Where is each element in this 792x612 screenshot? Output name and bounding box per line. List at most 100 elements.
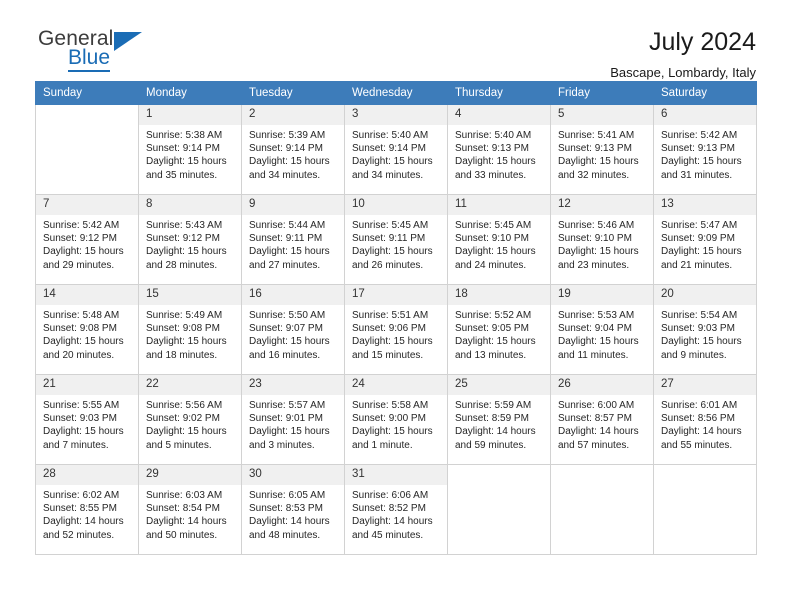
calendar-day-cell[interactable]: 23 Sunrise: 5:57 AM Sunset: 9:01 PM Dayligh… bbox=[241, 374, 345, 465]
calendar-day-cell[interactable]: 5 Sunrise: 5:41 AM Sunset: 9:13 PM Daylight… bbox=[550, 104, 654, 195]
day-detail-line: Sunset: 8:57 PM bbox=[558, 413, 632, 425]
day-detail-line: Daylight: 14 hours bbox=[661, 426, 742, 438]
calendar-cell-empty bbox=[550, 464, 654, 555]
day-detail-line: Sunrise: 6:03 AM bbox=[146, 490, 223, 501]
day-detail-line: Daylight: 14 hours bbox=[455, 426, 536, 438]
day-details: Sunrise: 6:03 AM Sunset: 8:54 PM Daylight:… bbox=[139, 485, 241, 542]
calendar-day-cell[interactable]: 18 Sunrise: 5:52 AM Sunset: 9:05 PM Dayligh… bbox=[447, 284, 551, 375]
calendar-day-cell[interactable]: 28 Sunrise: 6:02 AM Sunset: 8:55 PM Dayligh… bbox=[35, 464, 139, 555]
day-details: Sunrise: 5:42 AM Sunset: 9:12 PM Daylight:… bbox=[36, 215, 138, 272]
day-number: 8 bbox=[139, 195, 241, 215]
calendar-week-row: 28 Sunrise: 6:02 AM Sunset: 8:55 PM Dayligh… bbox=[35, 464, 757, 555]
day-number: 12 bbox=[551, 195, 653, 215]
day-number: 27 bbox=[654, 375, 756, 395]
day-detail-line: Daylight: 15 hours bbox=[558, 336, 639, 348]
day-detail-line: Daylight: 15 hours bbox=[661, 336, 742, 348]
day-detail-line: Daylight: 14 hours bbox=[146, 516, 227, 528]
day-detail-line: Sunset: 9:03 PM bbox=[661, 323, 735, 335]
day-detail-line: Daylight: 14 hours bbox=[558, 426, 639, 438]
day-detail-line: Sunrise: 5:45 AM bbox=[455, 220, 532, 231]
calendar-day-cell[interactable]: 15 Sunrise: 5:49 AM Sunset: 9:08 PM Dayligh… bbox=[138, 284, 242, 375]
weekday-header-row: Sunday Monday Tuesday Wednesday Thursday Frid… bbox=[35, 81, 757, 105]
calendar-day-cell[interactable]: 22 Sunrise: 5:56 AM Sunset: 9:02 PM Dayligh… bbox=[138, 374, 242, 465]
day-detail-line: Sunrise: 5:59 AM bbox=[455, 400, 532, 411]
calendar-day-cell[interactable]: 2 Sunrise: 5:39 AM Sunset: 9:14 PM Daylight… bbox=[241, 104, 345, 195]
day-details: Sunrise: 6:02 AM Sunset: 8:55 PM Daylight:… bbox=[36, 485, 138, 542]
day-number: 21 bbox=[36, 375, 138, 395]
calendar-week-row: 7 Sunrise: 5:42 AM Sunset: 9:12 PM Daylight… bbox=[35, 194, 757, 285]
calendar-day-cell[interactable]: 25 Sunrise: 5:59 AM Sunset: 8:59 PM Dayligh… bbox=[447, 374, 551, 465]
calendar-week-row: 1 Sunrise: 5:38 AM Sunset: 9:14 PM Daylight… bbox=[35, 104, 757, 195]
day-number: 28 bbox=[36, 465, 138, 485]
day-details: Sunrise: 5:49 AM Sunset: 9:08 PM Daylight:… bbox=[139, 305, 241, 362]
calendar-day-cell[interactable]: 31 Sunrise: 6:06 AM Sunset: 8:52 PM Dayligh… bbox=[344, 464, 448, 555]
calendar-cell-empty bbox=[447, 464, 551, 555]
day-details: Sunrise: 5:40 AM Sunset: 9:14 PM Daylight:… bbox=[345, 125, 447, 182]
calendar-day-cell[interactable]: 3 Sunrise: 5:40 AM Sunset: 9:14 PM Daylight… bbox=[344, 104, 448, 195]
day-detail-line: and 5 minutes. bbox=[146, 439, 212, 451]
calendar-day-cell[interactable]: 4 Sunrise: 5:40 AM Sunset: 9:13 PM Daylight… bbox=[447, 104, 551, 195]
calendar-day-cell[interactable]: 6 Sunrise: 5:42 AM Sunset: 9:13 PM Daylight… bbox=[653, 104, 757, 195]
day-detail-line: and 32 minutes. bbox=[558, 169, 630, 181]
day-detail-line: Sunrise: 5:49 AM bbox=[146, 310, 223, 321]
day-detail-line: Daylight: 15 hours bbox=[352, 246, 433, 258]
day-detail-line: Sunrise: 6:02 AM bbox=[43, 490, 120, 501]
page-subtitle: Bascape, Lombardy, Italy bbox=[610, 65, 756, 80]
calendar-day-cell[interactable]: 26 Sunrise: 6:00 AM Sunset: 8:57 PM Dayligh… bbox=[550, 374, 654, 465]
day-detail-line: Sunrise: 5:50 AM bbox=[249, 310, 326, 321]
day-detail-line: Sunset: 9:08 PM bbox=[146, 323, 220, 335]
day-detail-line: Sunset: 9:13 PM bbox=[661, 143, 735, 155]
day-number: 26 bbox=[551, 375, 653, 395]
day-number: 23 bbox=[242, 375, 344, 395]
calendar-day-cell[interactable]: 10 Sunrise: 5:45 AM Sunset: 9:11 PM Dayligh… bbox=[344, 194, 448, 285]
calendar-day-cell[interactable]: 27 Sunrise: 6:01 AM Sunset: 8:56 PM Dayligh… bbox=[653, 374, 757, 465]
day-detail-line: and 59 minutes. bbox=[455, 439, 527, 451]
day-detail-line: and 33 minutes. bbox=[455, 169, 527, 181]
calendar-day-cell[interactable]: 9 Sunrise: 5:44 AM Sunset: 9:11 PM Daylight… bbox=[241, 194, 345, 285]
day-detail-line: Daylight: 15 hours bbox=[455, 156, 536, 168]
day-details: Sunrise: 5:58 AM Sunset: 9:00 PM Daylight:… bbox=[345, 395, 447, 452]
day-detail-line: Sunrise: 5:48 AM bbox=[43, 310, 120, 321]
calendar-day-cell[interactable]: 13 Sunrise: 5:47 AM Sunset: 9:09 PM Dayligh… bbox=[653, 194, 757, 285]
day-detail-line: Sunrise: 5:40 AM bbox=[455, 130, 532, 141]
calendar-day-cell[interactable]: 8 Sunrise: 5:43 AM Sunset: 9:12 PM Daylight… bbox=[138, 194, 242, 285]
day-details: Sunrise: 5:57 AM Sunset: 9:01 PM Daylight:… bbox=[242, 395, 344, 452]
day-number: 25 bbox=[448, 375, 550, 395]
calendar-day-cell[interactable]: 7 Sunrise: 5:42 AM Sunset: 9:12 PM Daylight… bbox=[35, 194, 139, 285]
calendar-day-cell[interactable]: 14 Sunrise: 5:48 AM Sunset: 9:08 PM Dayligh… bbox=[35, 284, 139, 375]
day-detail-line: Sunset: 9:08 PM bbox=[43, 323, 117, 335]
day-detail-line: Sunset: 9:05 PM bbox=[455, 323, 529, 335]
calendar-day-cell[interactable]: 29 Sunrise: 6:03 AM Sunset: 8:54 PM Dayligh… bbox=[138, 464, 242, 555]
calendar-day-cell[interactable]: 30 Sunrise: 6:05 AM Sunset: 8:53 PM Dayligh… bbox=[241, 464, 345, 555]
day-details: Sunrise: 5:41 AM Sunset: 9:13 PM Daylight:… bbox=[551, 125, 653, 182]
day-number: 2 bbox=[242, 105, 344, 125]
day-detail-line: Sunrise: 6:01 AM bbox=[661, 400, 738, 411]
day-detail-line: Daylight: 15 hours bbox=[558, 246, 639, 258]
day-detail-line: Daylight: 15 hours bbox=[43, 426, 124, 438]
calendar-day-cell[interactable]: 17 Sunrise: 5:51 AM Sunset: 9:06 PM Dayligh… bbox=[344, 284, 448, 375]
calendar-day-cell[interactable]: 21 Sunrise: 5:55 AM Sunset: 9:03 PM Dayligh… bbox=[35, 374, 139, 465]
calendar-day-cell[interactable]: 24 Sunrise: 5:58 AM Sunset: 9:00 PM Dayligh… bbox=[344, 374, 448, 465]
day-detail-line: and 20 minutes. bbox=[43, 349, 115, 361]
calendar-day-cell[interactable]: 1 Sunrise: 5:38 AM Sunset: 9:14 PM Daylight… bbox=[138, 104, 242, 195]
day-detail-line: Sunrise: 5:44 AM bbox=[249, 220, 326, 231]
day-number: 15 bbox=[139, 285, 241, 305]
day-detail-line: Sunrise: 5:40 AM bbox=[352, 130, 429, 141]
calendar-day-cell[interactable]: 20 Sunrise: 5:54 AM Sunset: 9:03 PM Dayligh… bbox=[653, 284, 757, 375]
day-detail-line: Daylight: 15 hours bbox=[249, 426, 330, 438]
calendar-day-cell[interactable]: 12 Sunrise: 5:46 AM Sunset: 9:10 PM Dayligh… bbox=[550, 194, 654, 285]
day-detail-line: Sunset: 9:09 PM bbox=[661, 233, 735, 245]
day-detail-line: and 29 minutes. bbox=[43, 259, 115, 271]
calendar-body: 1 Sunrise: 5:38 AM Sunset: 9:14 PM Daylight… bbox=[35, 104, 757, 555]
day-detail-line: Sunset: 9:02 PM bbox=[146, 413, 220, 425]
calendar-cell-empty bbox=[35, 104, 139, 195]
day-detail-line: Sunset: 9:01 PM bbox=[249, 413, 323, 425]
day-details: Sunrise: 5:40 AM Sunset: 9:13 PM Daylight:… bbox=[448, 125, 550, 182]
calendar-day-cell[interactable]: 11 Sunrise: 5:45 AM Sunset: 9:10 PM Dayligh… bbox=[447, 194, 551, 285]
calendar-day-cell[interactable]: 16 Sunrise: 5:50 AM Sunset: 9:07 PM Dayligh… bbox=[241, 284, 345, 375]
day-detail-line: and 24 minutes. bbox=[455, 259, 527, 271]
day-detail-line: Daylight: 15 hours bbox=[249, 246, 330, 258]
calendar-day-cell[interactable]: 19 Sunrise: 5:53 AM Sunset: 9:04 PM Dayligh… bbox=[550, 284, 654, 375]
day-detail-line: and 15 minutes. bbox=[352, 349, 424, 361]
day-number: 19 bbox=[551, 285, 653, 305]
